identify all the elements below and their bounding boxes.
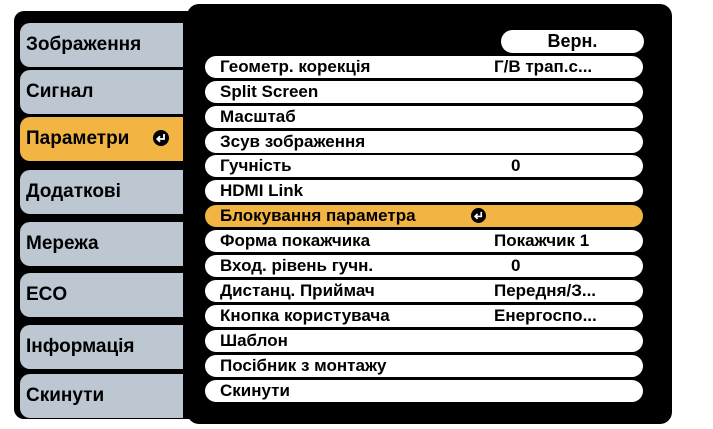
menu-item-hdmi-link[interactable]: HDMI Link	[205, 180, 643, 202]
menu-item-pointer-shape[interactable]: Форма покажчика Покажчик 1	[205, 230, 643, 252]
tab-label: Зображення	[26, 34, 142, 55]
menu-item-label: HDMI Link	[220, 181, 304, 200]
tab-network[interactable]: Мережа	[20, 222, 183, 266]
menu-item-label: Шаблон	[220, 331, 288, 350]
enter-icon	[471, 208, 486, 223]
menu-item-pattern[interactable]: Шаблон	[205, 330, 643, 352]
menu-item-value: 0	[511, 156, 521, 175]
menu-item-label: Вход. рівень гучн.	[220, 256, 374, 275]
menu-item-label: Гучність	[220, 156, 292, 175]
enter-icon	[153, 130, 169, 146]
tab-eco[interactable]: ECO	[20, 273, 183, 317]
tab-label: Сигнал	[26, 81, 94, 102]
tab-label: ECO	[26, 284, 68, 305]
menu-item-zoom[interactable]: Масштаб	[205, 106, 643, 128]
menu-item-label: Геометр. корекція	[220, 57, 371, 76]
tab-image[interactable]: Зображення	[20, 23, 183, 67]
menu-item-installation-guide[interactable]: Посібник з монтажу	[205, 355, 643, 377]
menu-item-volume[interactable]: Гучність 0	[205, 155, 643, 177]
tab-extended[interactable]: Додаткові	[20, 170, 183, 214]
menu-item-user-button[interactable]: Кнопка користувача Енергоспо...	[205, 305, 643, 327]
menu-item-value: Енергоспо...	[494, 306, 597, 325]
menu-item-reset[interactable]: Скинути	[205, 380, 643, 402]
tab-information[interactable]: Інформація	[20, 325, 183, 369]
tab-label: Додаткові	[26, 181, 121, 202]
tab-label: Інформація	[26, 336, 135, 357]
menu-item-value: 0	[511, 256, 521, 275]
menu-item-value: Покажчик 1	[494, 231, 590, 250]
menu-item-label: Посібник з монтажу	[220, 356, 387, 375]
menu-item-label: Зсув зображення	[220, 132, 366, 151]
tab-label: Параметри	[26, 128, 130, 149]
menu-item-image-shift[interactable]: Зсув зображення	[205, 131, 643, 153]
menu-item-value: Г/В трап.с...	[494, 57, 593, 76]
menu-item-remote-receiver[interactable]: Дистанц. Приймач Передня/З...	[205, 280, 643, 302]
menu-item-label: Дистанц. Приймач	[220, 281, 375, 300]
menu-item-lock-setting[interactable]: Блокування параметра	[205, 205, 643, 227]
menu-item-label: Скинути	[220, 381, 290, 400]
menu-item-label: Масштаб	[220, 107, 296, 126]
tab-label: Скинути	[26, 385, 105, 406]
menu-item-label: Форма покажчика	[220, 231, 371, 250]
menu-item-label: Split Screen	[220, 82, 319, 101]
setting-badge: Верн.	[501, 30, 644, 53]
menu-item-input-volume[interactable]: Вход. рівень гучн. 0	[205, 255, 643, 277]
tab-label: Мережа	[26, 233, 99, 254]
tab-signal[interactable]: Сигнал	[20, 70, 183, 114]
menu-item-label: Блокування параметра	[220, 206, 416, 225]
menu-item-geometry-correction[interactable]: Геометр. корекція Г/В трап.с...	[205, 56, 643, 78]
projector-menu-screen: Зображення Сигнал Параметри Додаткові Ме…	[0, 0, 713, 429]
tab-settings[interactable]: Параметри	[20, 117, 183, 161]
menu-item-split-screen[interactable]: Split Screen	[205, 81, 643, 103]
tab-reset[interactable]: Скинути	[20, 374, 183, 418]
menu-item-label: Кнопка користувача	[220, 306, 390, 325]
menu-item-value: Передня/З...	[494, 281, 597, 300]
